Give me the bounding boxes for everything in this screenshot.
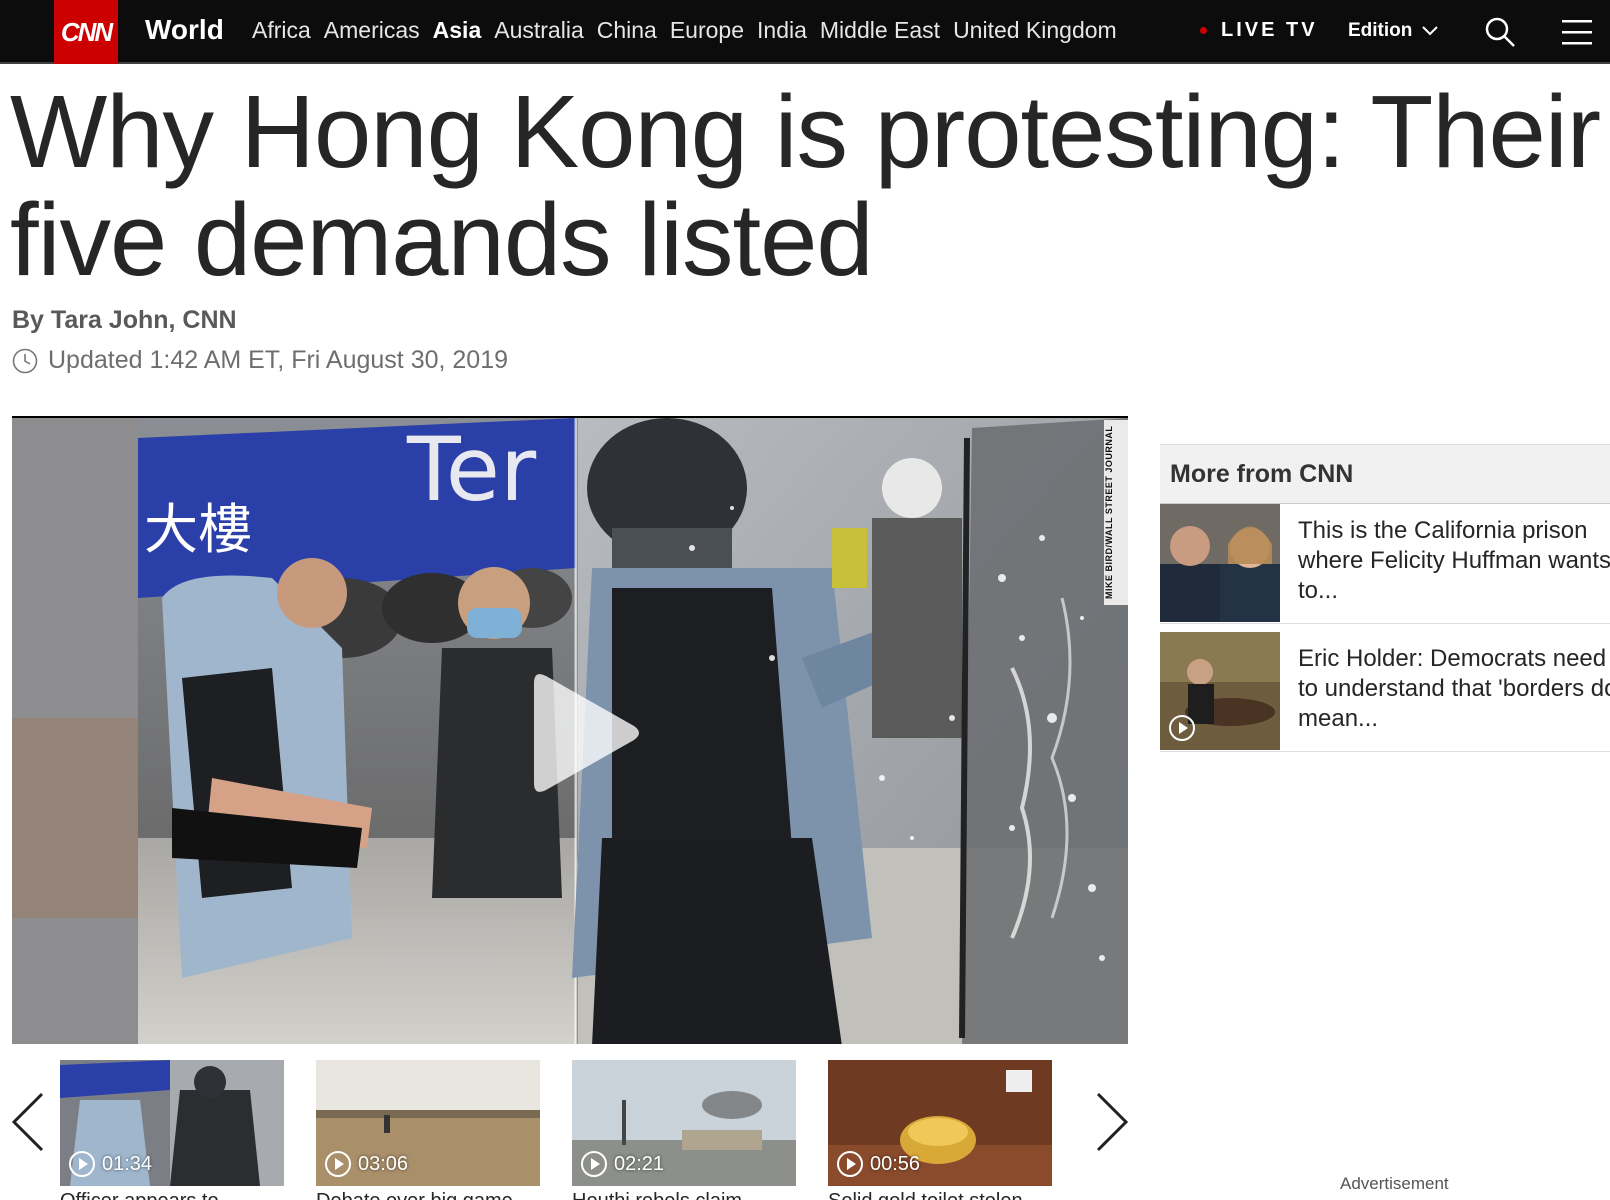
story-headline-2[interactable]: Eric Holder: Democrats need to understan… [1298,644,1610,734]
byline-prefix: By [12,306,51,334]
hamburger-menu-icon[interactable] [1562,18,1592,46]
clock-icon [12,348,38,373]
carousel-caption-3[interactable]: Houthi rebels claim [572,1190,796,1200]
play-circle-icon [325,1151,351,1177]
carousel-next-arrow-icon[interactable] [1094,1092,1130,1152]
live-tv-label: LIVE TV [1221,19,1318,41]
play-icon[interactable] [524,668,644,798]
updated-text: Updated 1:42 AM ET, Fri August 30, 2019 [48,346,509,374]
sign-text: Ter [406,418,537,521]
live-tv-link[interactable]: LIVE TV [1200,19,1318,42]
thumb-duration-4: 00:56 [836,1150,920,1178]
nav-link-united-kingdom[interactable]: United Kingdom [953,17,1117,44]
carousel-thumb-4[interactable]: 00:56 [828,1060,1052,1186]
nav-link-india[interactable]: India [757,17,807,44]
duration-text: 02:21 [614,1152,665,1175]
search-icon[interactable] [1484,16,1516,48]
sign-chinese-text: 大樓 [144,498,252,561]
carousel-caption-1[interactable]: Officer appears to [60,1190,284,1200]
thumb-duration-3: 02:21 [580,1150,664,1178]
video-player[interactable]: Ter 大樓 [12,416,1128,1044]
top-nav: CNN World Africa Americas Asia Australia… [0,0,1610,64]
article-headline: Why Hong Kong is protesting: Their five … [10,74,1601,297]
thumb-duration-1: 01:34 [68,1150,152,1178]
photo-credit: MIKE BIRD/WALL STREET JOURNAL [1104,420,1128,605]
nav-link-americas[interactable]: Americas [324,17,420,44]
advertisement-label: Advertisement [1340,1174,1449,1193]
duration-text: 03:06 [358,1152,409,1175]
play-circle-icon [837,1151,863,1177]
play-circle-icon [1169,715,1195,741]
edition-label: Edition [1348,20,1413,41]
nav-link-europe[interactable]: Europe [670,17,744,44]
carousel-caption-4[interactable]: Solid gold toilet stolen [828,1190,1052,1200]
updated-timestamp: Updated 1:42 AM ET, Fri August 30, 2019 [12,346,508,375]
play-circle-icon [581,1151,607,1177]
byline: By Tara John, CNN [12,306,237,335]
nav-link-middle-east[interactable]: Middle East [820,17,940,44]
story-thumbnail-2 [1160,632,1280,750]
cnn-logo[interactable]: CNN [54,0,118,64]
live-dot-icon [1200,27,1207,34]
author-link[interactable]: Tara John, CNN [51,306,237,334]
carousel-caption-2[interactable]: Debate over big game [316,1190,540,1200]
carousel-prev-arrow-icon[interactable] [10,1092,46,1152]
carousel-thumb-2[interactable]: 03:06 [316,1060,540,1186]
nav-link-asia[interactable]: Asia [433,17,482,44]
carousel-thumb-3[interactable]: 02:21 [572,1060,796,1186]
carousel-thumb-1[interactable]: 01:34 [60,1060,284,1186]
play-circle-icon [69,1151,95,1177]
edition-dropdown[interactable]: Edition [1348,20,1439,42]
nav-link-china[interactable]: China [597,17,657,44]
section-title[interactable]: World [145,14,224,46]
duration-text: 01:34 [102,1152,153,1175]
region-nav: Africa Americas Asia Australia China Eur… [252,17,1130,44]
thumb-duration-2: 03:06 [324,1150,408,1178]
nav-link-australia[interactable]: Australia [494,17,583,44]
sidebar-story-2[interactable]: Eric Holder: Democrats need to understan… [1160,632,1610,752]
story-headline-1[interactable]: This is the California prison where Feli… [1298,516,1610,606]
chevron-down-icon [1422,26,1439,36]
story-thumbnail-1 [1160,504,1280,622]
sidebar-story-1[interactable]: This is the California prison where Feli… [1160,504,1610,624]
duration-text: 00:56 [870,1152,921,1175]
nav-link-africa[interactable]: Africa [252,17,311,44]
more-from-cnn-header: More from CNN [1160,444,1610,504]
